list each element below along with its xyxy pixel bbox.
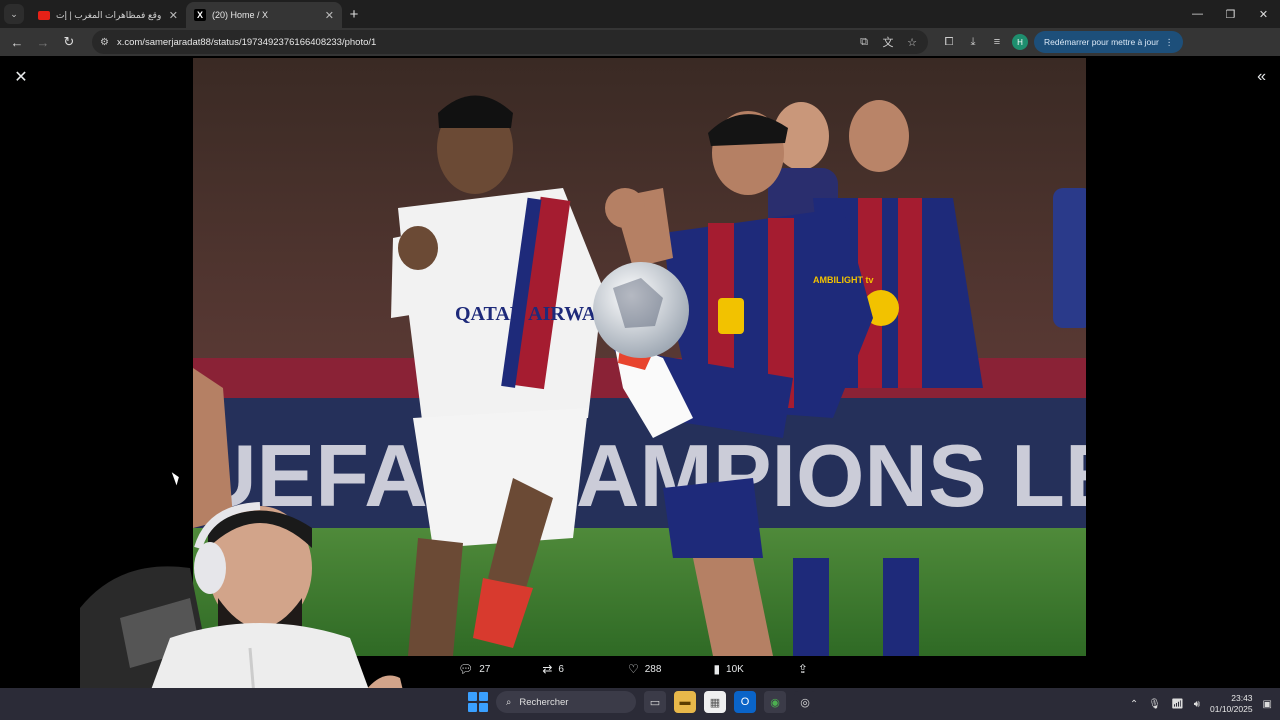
search-icon: ⌕ <box>506 696 512 708</box>
file-explorer-icon[interactable]: ▬ <box>674 691 696 713</box>
tab-x-home[interactable]: X (20) Home / X ✕ <box>186 2 342 28</box>
webcam-overlay <box>80 498 430 720</box>
collapse-panel-icon[interactable]: « <box>1257 68 1266 86</box>
heart-icon: ♡ <box>627 662 639 676</box>
mouse-cursor <box>171 470 182 486</box>
windows-taskbar: ⌕ Rechercher ▭ ▬ ▦ O ◉ ◎ ⌃ 🎙︎ 📶︎ 🔊︎ 23:4… <box>0 688 1280 720</box>
install-app-icon[interactable]: ⧉ <box>856 36 872 49</box>
chevron-down-icon: ⌄ <box>10 8 18 19</box>
x-logo-icon: X <box>194 9 206 21</box>
arrow-right-icon: → <box>36 34 50 50</box>
arrow-left-icon: ← <box>10 34 24 50</box>
close-tab-icon[interactable]: ✕ <box>169 9 178 22</box>
repost-count: 6 <box>558 663 564 675</box>
youtube-icon <box>38 10 50 20</box>
extensions-icon[interactable]: ⧠ <box>940 36 958 49</box>
share-button[interactable]: ⇪ <box>798 662 808 676</box>
sponsor-right: AMBILIGHT tv <box>813 275 874 285</box>
chevron-up-icon[interactable]: ⌃ <box>1130 699 1138 710</box>
tab-strip: ⌄ شنو وقع فمظاهرات المغرب | إت... ✕ X (2… <box>0 0 1280 28</box>
clock[interactable]: 23:43 01/10/2025 <box>1210 693 1253 715</box>
browser-toolbar: ← → ↻ ⚙ x.com/samerjaradat88/status/1973… <box>0 28 1280 56</box>
notification-icon[interactable]: ▣ <box>1263 699 1272 710</box>
close-icon[interactable]: ✕ <box>12 68 30 86</box>
task-view-icon[interactable]: ▭ <box>644 691 666 713</box>
repost-icon: ⇄ <box>542 662 553 676</box>
reload-icon: ↻ <box>63 34 75 49</box>
close-window-icon[interactable]: ✕ <box>1247 8 1280 21</box>
reply-button[interactable]: 💬︎ 27 <box>458 662 490 676</box>
back-button[interactable]: ← <box>6 31 28 53</box>
forward-button[interactable]: → <box>32 31 54 53</box>
url-text[interactable]: x.com/samerjaradat88/status/197349237616… <box>117 37 848 48</box>
like-button[interactable]: ♡ 288 <box>628 662 661 676</box>
tab-search-button[interactable]: ⌄ <box>4 4 24 24</box>
window-controls: — ❐ ✕ <box>1181 0 1280 28</box>
download-icon[interactable]: ⤓ <box>964 36 982 49</box>
reply-count: 27 <box>479 663 491 675</box>
tab-youtube[interactable]: شنو وقع فمظاهرات المغرب | إت... ✕ <box>30 2 186 28</box>
outlook-icon[interactable]: O <box>734 691 756 713</box>
update-label: Redémarrer pour mettre à jour <box>1044 37 1159 47</box>
reload-button[interactable]: ↻ <box>58 31 80 53</box>
close-tab-icon[interactable]: ✕ <box>325 9 334 22</box>
views-button[interactable]: ▮ 10K <box>713 662 743 676</box>
like-count: 288 <box>644 663 662 675</box>
profile-avatar[interactable]: H <box>1012 34 1028 50</box>
plus-icon: + <box>349 5 359 23</box>
view-count: 10K <box>726 663 744 675</box>
system-tray: ⌃ 🎙︎ 📶︎ 🔊︎ 23:43 01/10/2025 ▣ <box>1130 688 1272 720</box>
obs-icon[interactable]: ◎ <box>794 691 816 713</box>
clock-time: 23:43 <box>1231 693 1253 703</box>
tab-title: (20) Home / X <box>212 10 269 20</box>
media-control-icon[interactable]: ≡ <box>988 36 1006 48</box>
start-button[interactable] <box>468 692 488 712</box>
microphone-icon[interactable]: 🎙︎ <box>1148 699 1161 710</box>
restore-icon[interactable]: ❐ <box>1214 8 1247 21</box>
taskbar-apps: ⌕ Rechercher ▭ ▬ ▦ O ◉ ◎ <box>468 691 816 713</box>
toolbar-right: ⧠ ⤓ ≡ H Redémarrer pour mettre à jour ⋮ <box>940 31 1184 53</box>
tweet-actions-bar: 💬︎ 27 ⇄ 6 ♡ 288 ▮ 10K ⇪ <box>458 662 808 676</box>
bookmark-star-icon[interactable]: ☆ <box>904 36 920 49</box>
address-bar[interactable]: ⚙ x.com/samerjaradat88/status/1973492376… <box>92 30 928 54</box>
chrome-icon[interactable]: ◉ <box>764 691 786 713</box>
reply-icon: 💬︎ <box>458 662 474 676</box>
taskbar-search[interactable]: ⌕ Rechercher <box>496 691 636 713</box>
search-placeholder: Rechercher <box>519 696 569 708</box>
minimize-icon[interactable]: — <box>1181 8 1214 20</box>
bar-chart-icon: ▮ <box>713 662 721 676</box>
clock-date: 01/10/2025 <box>1210 704 1253 714</box>
update-button[interactable]: Redémarrer pour mettre à jour ⋮ <box>1034 31 1184 53</box>
site-settings-icon[interactable]: ⚙ <box>100 37 109 48</box>
tab-title: شنو وقع فمظاهرات المغرب | إت... <box>56 9 163 20</box>
new-tab-button[interactable]: + <box>342 2 366 26</box>
store-icon[interactable]: ▦ <box>704 691 726 713</box>
share-icon: ⇪ <box>797 662 808 676</box>
wifi-icon[interactable]: 📶︎ <box>1171 699 1184 710</box>
streamer-image <box>80 502 410 720</box>
repost-button[interactable]: ⇄ 6 <box>542 662 564 676</box>
volume-icon[interactable]: 🔊︎ <box>1194 699 1200 710</box>
translate-icon[interactable]: 文 <box>880 34 896 50</box>
more-menu-icon: ⋮ <box>1164 36 1174 47</box>
